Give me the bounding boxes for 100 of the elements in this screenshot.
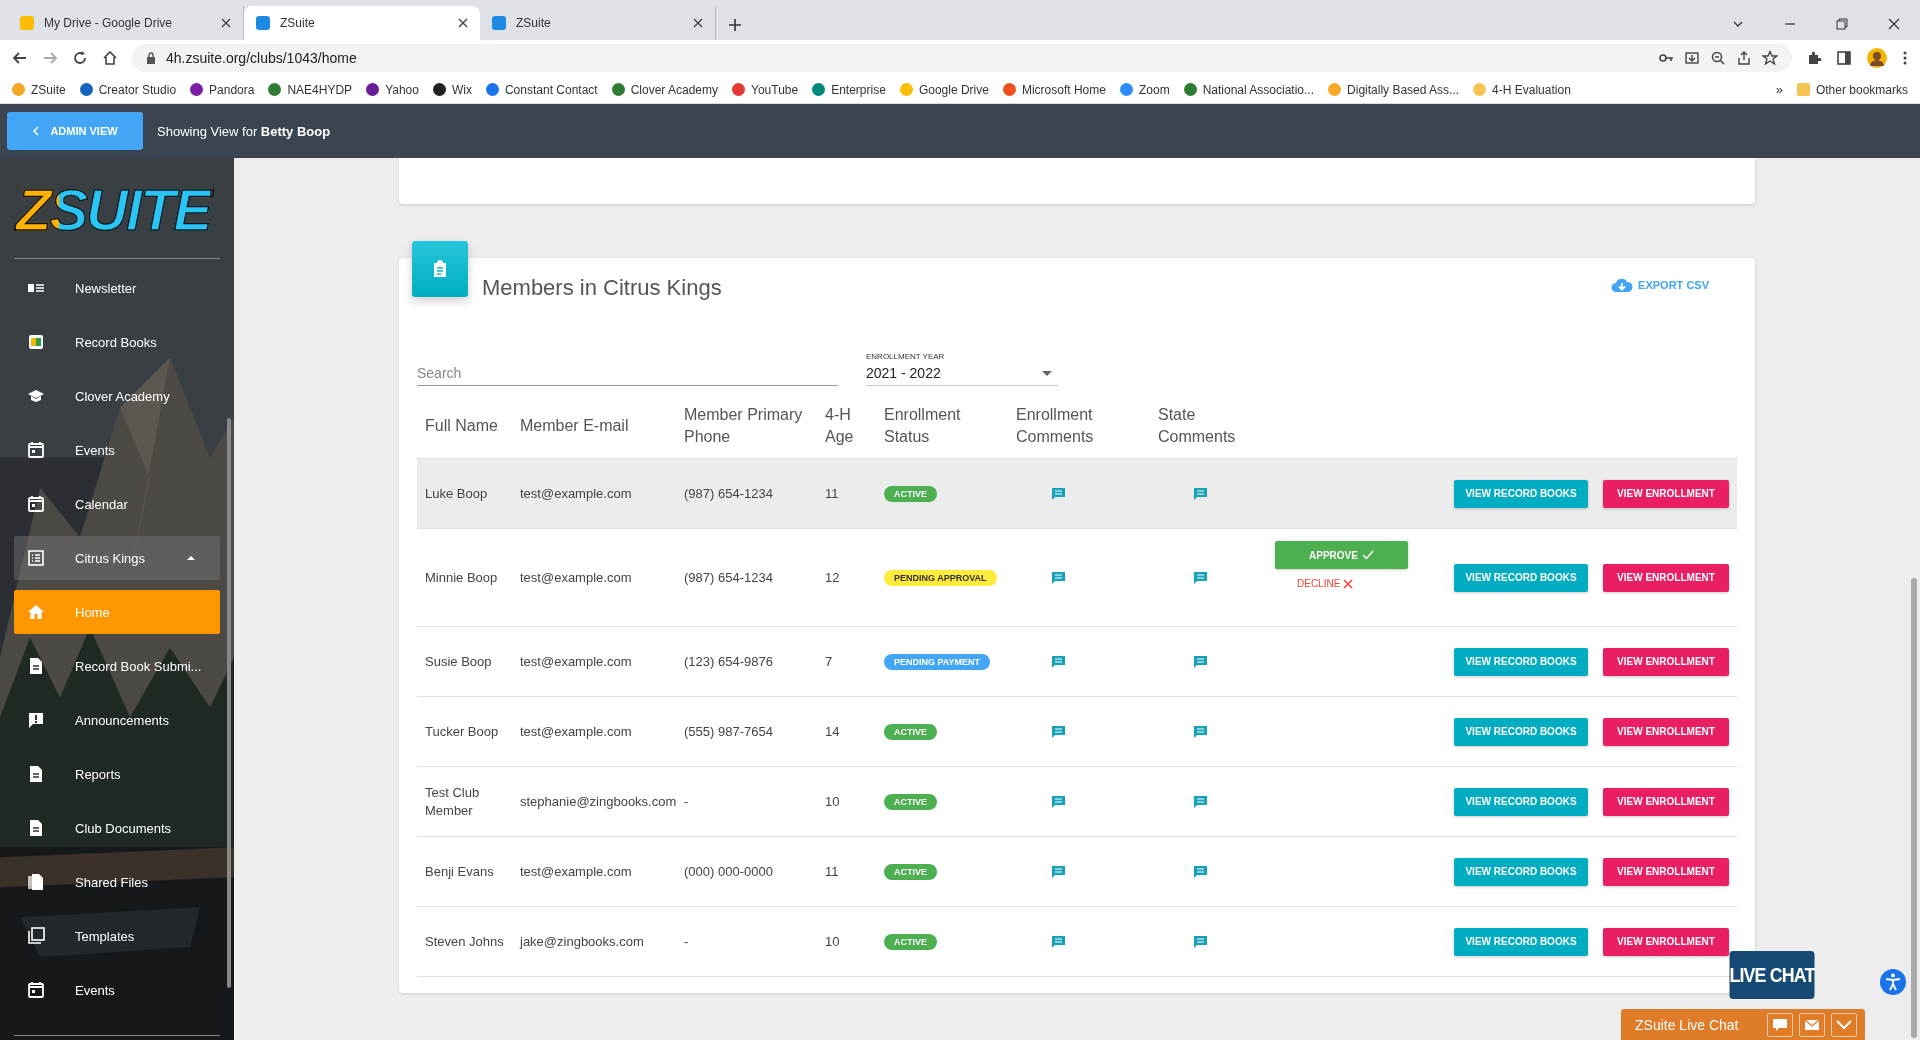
mail-icon[interactable] xyxy=(1799,1013,1825,1037)
sidebar-item[interactable]: Newsletter xyxy=(14,266,220,310)
view-enrollment-button[interactable]: VIEW ENROLLMENT xyxy=(1603,647,1729,676)
view-enrollment-button[interactable]: VIEW ENROLLMENT xyxy=(1603,787,1729,816)
close-icon[interactable] xyxy=(458,18,468,28)
scrollbar[interactable] xyxy=(1911,578,1917,1038)
enrollment-year-select[interactable]: ENROLLMENT YEAR 2021 - 2022 xyxy=(866,352,1058,386)
table-row[interactable]: Susie Boop test@example.com (123) 654-9876 7 PENDING PAYMENT VIEW RECORD BOOKS VIEW ENROLLMENT xyxy=(417,627,1737,697)
back-icon[interactable] xyxy=(12,50,28,66)
scrollbar[interactable] xyxy=(227,418,231,988)
accessibility-icon[interactable] xyxy=(1880,969,1906,995)
chat-icon[interactable] xyxy=(1767,1013,1793,1037)
view-enrollment-button[interactable]: VIEW ENROLLMENT xyxy=(1603,563,1729,592)
puzzle-icon[interactable] xyxy=(1806,50,1822,66)
column-header: Full Name xyxy=(424,416,499,436)
status-badge: ACTIVE xyxy=(884,933,937,950)
sidebar-item[interactable]: Reports xyxy=(14,752,220,796)
close-icon[interactable] xyxy=(221,18,231,28)
comment-icon[interactable] xyxy=(1194,571,1207,584)
comment-icon[interactable] xyxy=(1052,655,1065,668)
address-bar[interactable]: 4h.zsuite.org/clubs/1043/home xyxy=(132,44,1792,72)
dropdown-icon xyxy=(1042,370,1052,376)
comment-icon[interactable] xyxy=(1052,795,1065,808)
comment-icon[interactable] xyxy=(1194,487,1207,500)
table-row[interactable]: Tucker Boop test@example.com (555) 987-7654 14 ACTIVE VIEW RECORD BOOKS VIEW ENROLLMENT xyxy=(417,697,1737,767)
bookmark[interactable]: NAE4HYDP xyxy=(268,82,353,97)
view-enrollment-button[interactable]: VIEW ENROLLMENT xyxy=(1603,857,1729,886)
bookmark[interactable]: YouTube xyxy=(732,82,799,97)
home-icon[interactable] xyxy=(102,50,118,66)
search-field[interactable]: Search xyxy=(417,361,838,386)
bookmark[interactable]: National Associatio... xyxy=(1183,82,1315,97)
reload-icon[interactable] xyxy=(72,50,88,66)
share-icon[interactable] xyxy=(1736,50,1752,66)
bookmark[interactable]: Pandora xyxy=(190,82,255,97)
comment-icon[interactable] xyxy=(1194,935,1207,948)
restore-icon[interactable] xyxy=(1836,18,1848,30)
menu-item-icon xyxy=(27,333,45,351)
table-row[interactable]: Luke Boop test@example.com (987) 654-1234 11 ACTIVE VIEW RECORD BOOKS VIEW ENROLLMENT xyxy=(417,459,1737,529)
view-enrollment-button[interactable]: VIEW ENROLLMENT xyxy=(1603,717,1729,746)
bookmark[interactable]: 4-H Evaluation xyxy=(1473,82,1571,97)
sidebar-item[interactable]: Announcements xyxy=(14,698,220,742)
more-bookmarks[interactable]: » xyxy=(1775,82,1783,97)
comment-icon[interactable] xyxy=(1194,655,1207,668)
view-enrollment-button[interactable]: VIEW ENROLLMENT xyxy=(1603,479,1729,508)
comment-icon[interactable] xyxy=(1052,725,1065,738)
bookmark[interactable]: Constant Contact xyxy=(485,82,598,97)
table-row[interactable]: Test Club Member stephanie@zingbooks.com - 10 ACTIVE VIEW RECORD BOOKS VIEW ENROLLMENT xyxy=(417,767,1737,837)
sidebar-item[interactable]: Templates xyxy=(14,914,220,958)
decline-button[interactable]: DECLINE xyxy=(1291,577,1360,590)
table-row[interactable]: Benji Evans test@example.com (000) 000-0000 11 ACTIVE VIEW RECORD BOOKS VIEW ENROLLMENT xyxy=(417,837,1737,907)
close-icon[interactable] xyxy=(693,18,703,28)
table-cell: stephanie@zingbooks.com xyxy=(520,794,677,809)
status-badge: ACTIVE xyxy=(884,863,937,880)
bookmark[interactable]: Enterprise xyxy=(812,82,886,97)
live-chat-badge[interactable]: LIVE CHAT xyxy=(1729,951,1815,999)
sidebar-item[interactable]: Events xyxy=(14,428,220,472)
install-icon[interactable] xyxy=(1684,50,1700,66)
plus-icon[interactable] xyxy=(728,18,742,32)
sidebar-item[interactable]: Record Book Submi... xyxy=(14,644,220,688)
comment-icon[interactable] xyxy=(1052,935,1065,948)
bookmark-folder[interactable]: Other bookmarks xyxy=(1796,82,1908,97)
side-panel-icon[interactable] xyxy=(1836,50,1852,66)
sidebar-item[interactable]: Citrus Kings xyxy=(14,536,220,580)
sidebar-item[interactable]: Shared Files xyxy=(14,860,220,904)
comment-icon[interactable] xyxy=(1052,865,1065,878)
close-icon[interactable] xyxy=(1888,18,1900,30)
column-header: Member E-mail xyxy=(519,416,630,436)
table-cell: (123) 654-9876 xyxy=(684,654,773,669)
browser-tab[interactable]: ZSuite xyxy=(244,6,480,40)
bookmark[interactable]: Creator Studio xyxy=(79,82,177,97)
bookmark[interactable]: Zoom xyxy=(1119,82,1170,97)
table-cell: Tucker Boop xyxy=(425,722,499,741)
menu-icon[interactable] xyxy=(1902,50,1908,66)
collapse-icon[interactable] xyxy=(1831,1013,1857,1037)
comment-icon[interactable] xyxy=(1194,865,1207,878)
bookmark[interactable]: Digitally Based Ass... xyxy=(1328,82,1460,97)
bookmark[interactable]: Wix xyxy=(432,82,472,97)
comment-icon[interactable] xyxy=(1194,795,1207,808)
bookmark[interactable]: Microsoft Home xyxy=(1002,82,1106,97)
comment-icon[interactable] xyxy=(1194,725,1207,738)
comment-icon[interactable] xyxy=(1052,571,1065,584)
cloud-download-icon xyxy=(1611,277,1634,293)
bookmark[interactable]: ZSuite xyxy=(12,82,66,97)
bookmark[interactable]: Clover Academy xyxy=(611,82,719,97)
bookmark[interactable]: Google Drive xyxy=(899,82,989,97)
forward-icon[interactable] xyxy=(42,50,58,66)
column-header: Enrollment Status xyxy=(883,405,962,447)
table-row[interactable]: Minnie Boop test@example.com (987) 654-1234 12 PENDING APPROVAL APPROVE DECLINE VIEW RECORD BOOKS VIEW ENROLLMENT xyxy=(417,529,1737,627)
sidebar-item[interactable]: Clover Academy xyxy=(14,374,220,418)
sidebar-item[interactable]: Events xyxy=(14,968,220,1012)
comment-icon[interactable] xyxy=(1052,487,1065,500)
avatar-icon[interactable] xyxy=(1866,47,1888,69)
zoom-icon[interactable] xyxy=(1710,50,1726,66)
star-icon[interactable] xyxy=(1762,50,1778,66)
sidebar-item[interactable]: Record Books xyxy=(14,320,220,364)
bookmark[interactable]: Yahoo xyxy=(366,82,419,97)
sidebar-item[interactable]: Calendar xyxy=(14,482,220,526)
view-enrollment-button[interactable]: VIEW ENROLLMENT xyxy=(1603,927,1729,956)
table-cell: test@example.com xyxy=(520,570,632,585)
sidebar-item[interactable]: Club Documents xyxy=(14,806,220,850)
